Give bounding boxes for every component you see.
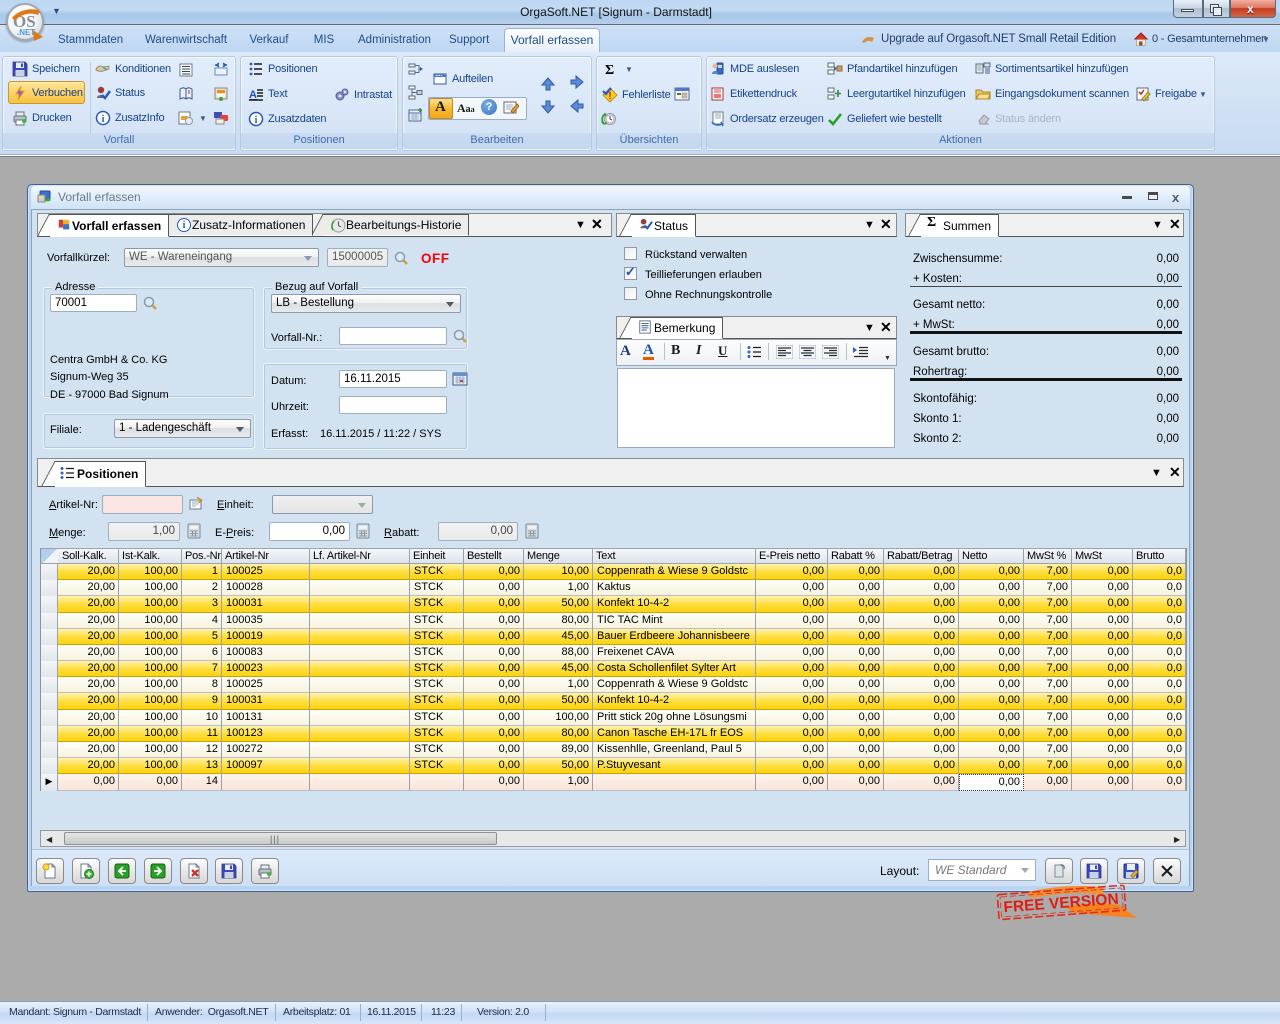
svg-text:Σ: Σ <box>605 63 614 77</box>
svg-text:i: i <box>255 115 258 126</box>
svg-text:i: i <box>102 114 105 125</box>
svg-text:!: ! <box>608 91 611 102</box>
svg-text:A: A <box>249 89 257 101</box>
